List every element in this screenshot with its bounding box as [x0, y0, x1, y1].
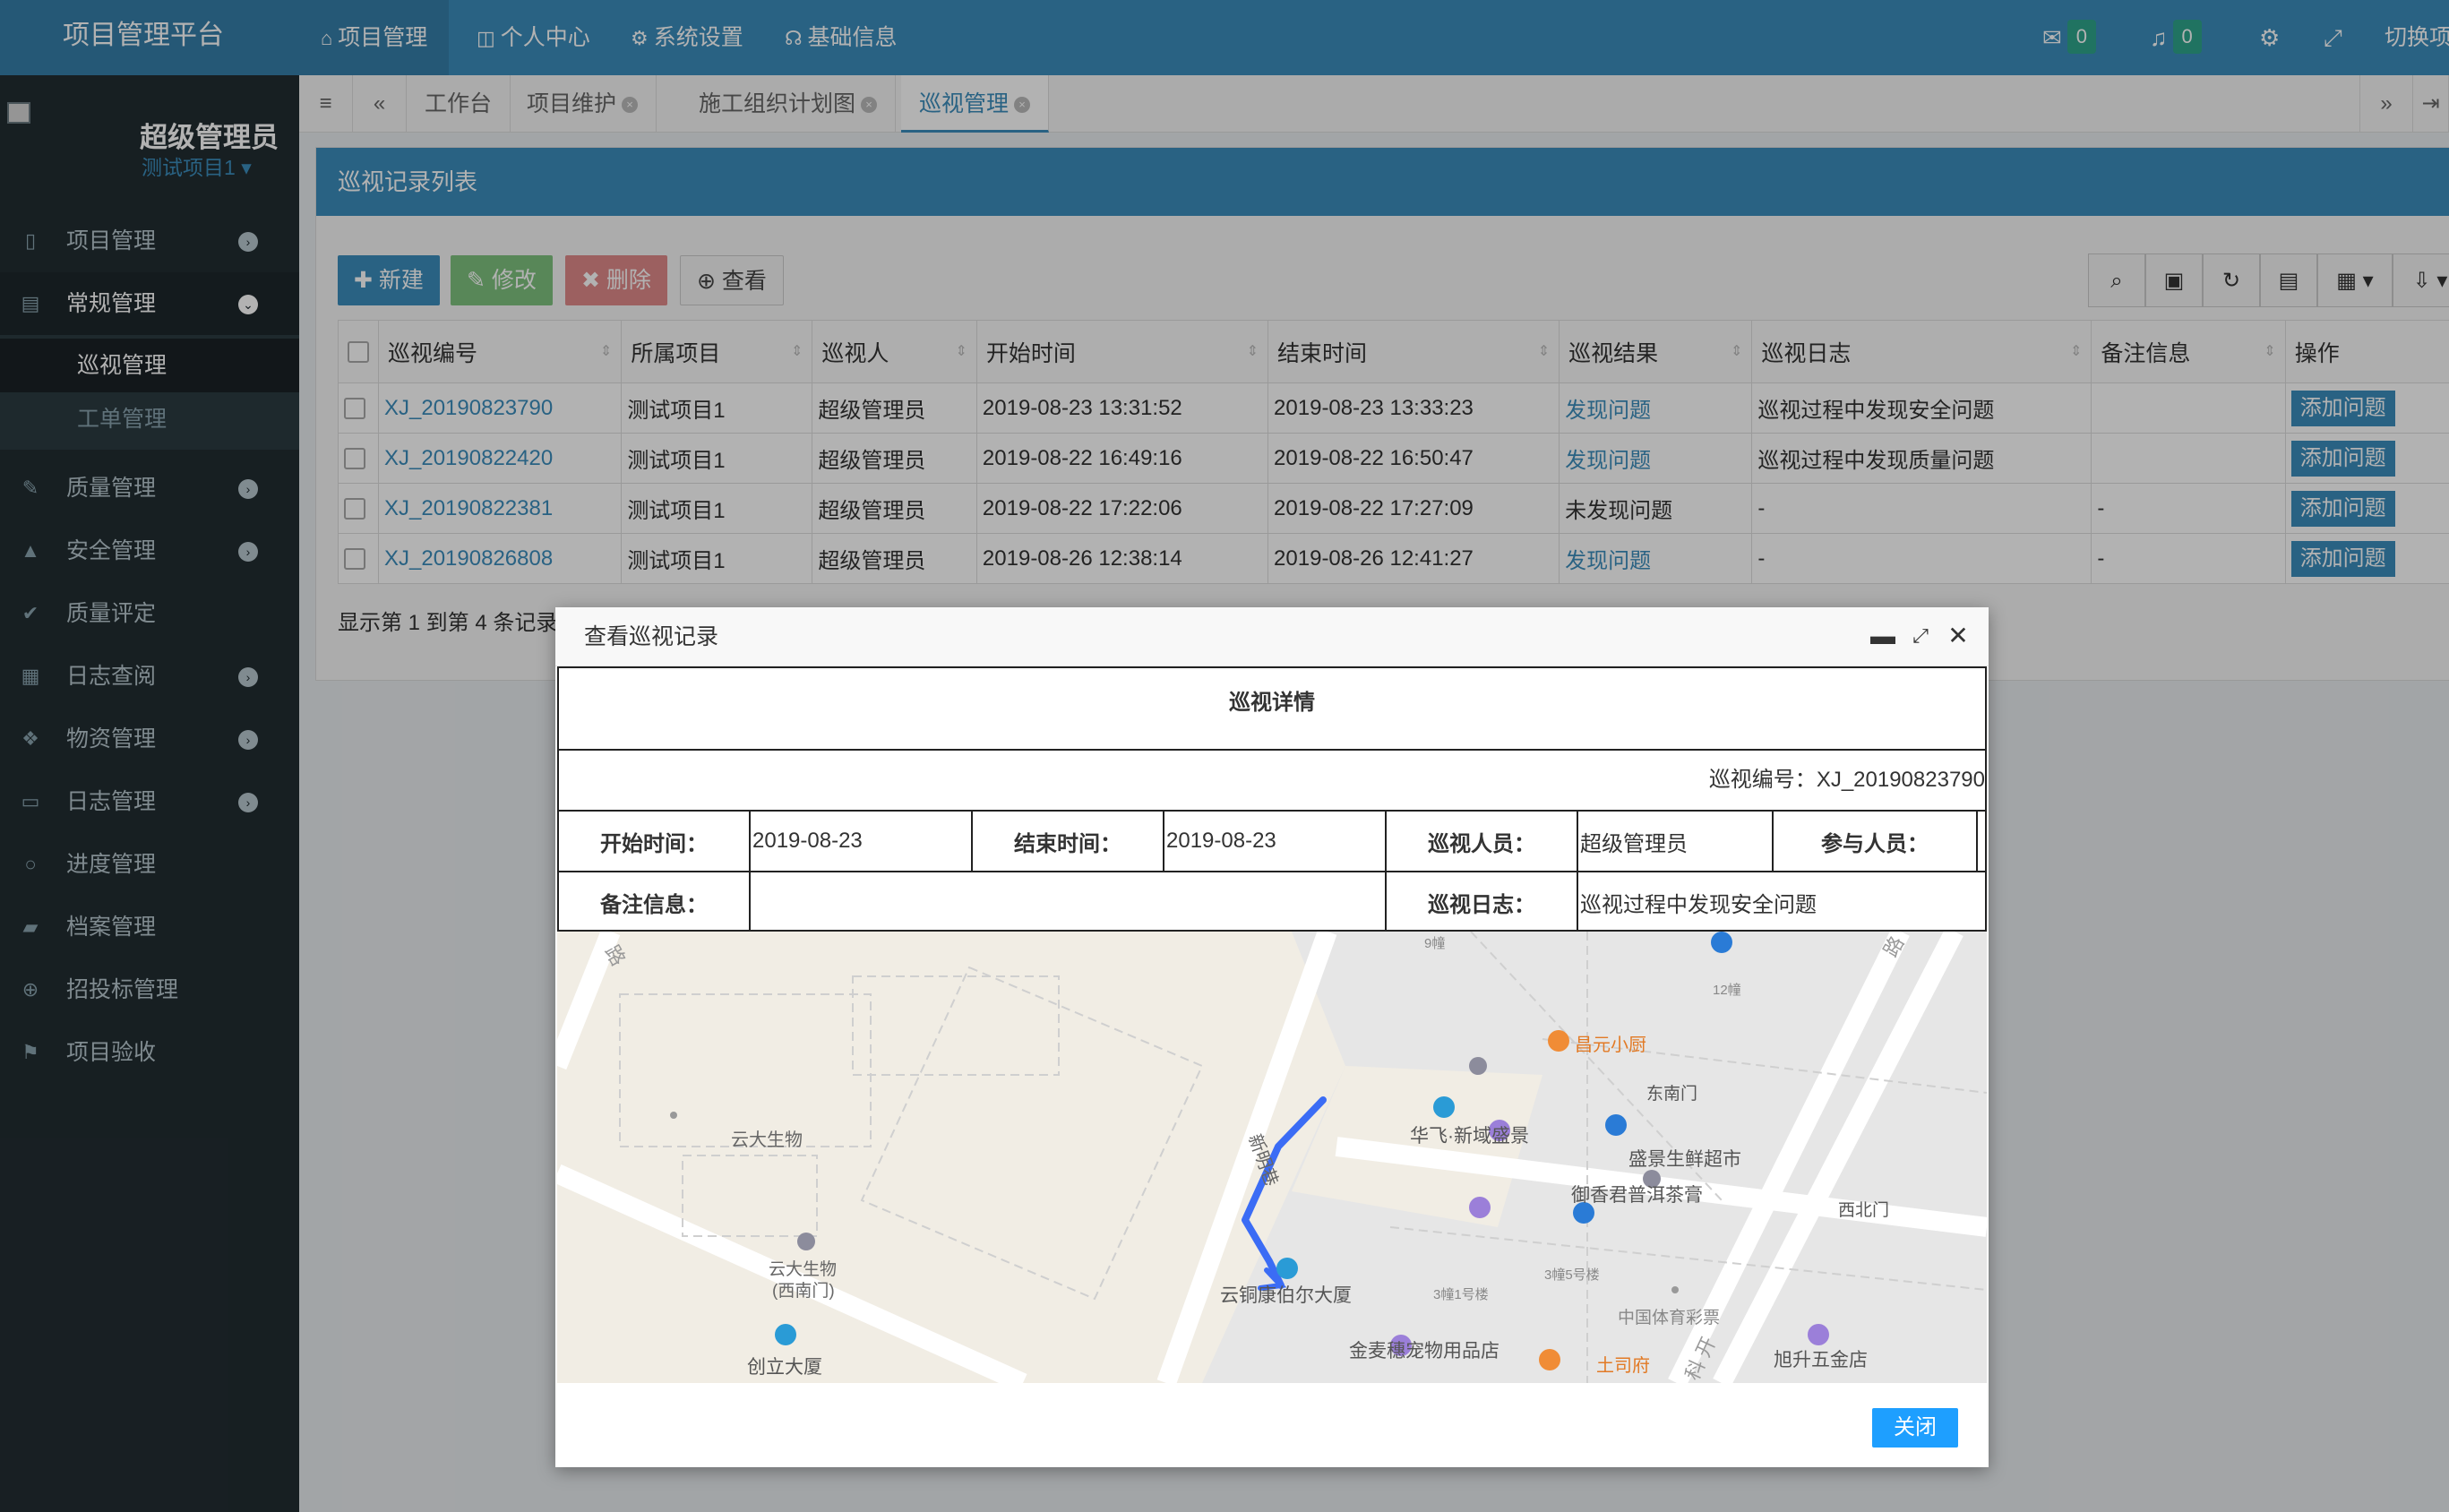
map-label: 东南门 [1646, 1085, 1698, 1104]
map-label: 3幢5号楼 [1544, 1267, 1600, 1283]
detail-time-row: 开始时间： 2019-08-23 结束时间： 2019-08-23 巡视人员： … [559, 812, 1985, 872]
participants-value [1978, 812, 1985, 871]
detail-title-row: 巡视详情 [559, 668, 1985, 751]
map-label: 土司府 [1596, 1356, 1650, 1376]
inspector-value: 超级管理员 [1578, 812, 1774, 871]
minimize-icon: ▬ [1870, 622, 1895, 649]
minimize-button[interactable]: ▬ [1869, 622, 1897, 650]
map-label: 9幢 [1424, 936, 1446, 951]
dialog-title: 查看巡视记录 [555, 607, 1989, 666]
map-label: 云铜康伯尔大厦 [1220, 1285, 1352, 1306]
map-label: 3幢1号楼 [1433, 1287, 1489, 1302]
map-label: 云大生物 [769, 1260, 838, 1279]
map-label: 昌元小厨 [1575, 1035, 1646, 1055]
close-button[interactable]: 关闭 [1872, 1408, 1958, 1448]
log-value: 巡视过程中发现安全问题 [1580, 892, 1817, 917]
close-icon: ✕ [1947, 622, 1969, 649]
note-value [751, 872, 1387, 932]
map-label: 12幢 [1713, 983, 1741, 998]
detail-title: 巡视详情 [1229, 691, 1315, 715]
maximize-icon: ⤢ [1912, 624, 1929, 647]
start-time-value: 2019-08-23 [751, 812, 973, 871]
map-label: 华飞·新域盛景 [1410, 1126, 1529, 1147]
map-label: 金麦穗宠物用品店 [1349, 1341, 1499, 1362]
map-label: 旭升五金店 [1774, 1350, 1868, 1370]
map-label: 云大生物 [731, 1130, 803, 1150]
end-time-label: 结束时间： [973, 812, 1164, 871]
route-map[interactable]: 9幢 12幢 昌元小厨 东南门 华飞·新域盛景 盛景生鲜超市 御香君普洱茶膏 西… [557, 932, 1987, 1383]
maximize-button[interactable]: ⤢ [1906, 622, 1935, 650]
map-label: 创立大厦 [747, 1357, 822, 1378]
log-label: 巡视日志： [1387, 872, 1578, 932]
map-label: 盛景生鲜超市 [1628, 1149, 1741, 1170]
participants-label: 参与人员： [1774, 812, 1978, 871]
inspector-label: 巡视人员： [1387, 812, 1578, 871]
detail-note-row: 备注信息： 巡视日志： 巡视过程中发现安全问题 [559, 872, 1985, 932]
start-time-label: 开始时间： [559, 812, 751, 871]
view-patrol-record-dialog: 查看巡视记录 ▬ ⤢ ✕ 巡视详情 巡视编号：XJ_20190823790 开始… [555, 607, 1989, 1467]
record-number: 巡视编号：XJ_20190823790 [1708, 768, 1985, 792]
close-dialog-button[interactable]: ✕ [1944, 622, 1972, 650]
detail-record-no-row: 巡视编号：XJ_20190823790 [559, 751, 1985, 812]
end-time-value: 2019-08-23 [1164, 812, 1387, 871]
map-label: 西北门 [1838, 1201, 1890, 1220]
map-label: 御香君普洱茶膏 [1571, 1185, 1703, 1206]
patrol-detail-table: 巡视详情 巡视编号：XJ_20190823790 开始时间： 2019-08-2… [557, 666, 1987, 932]
map-label: (西南门) [772, 1282, 835, 1301]
map-label: 中国体育彩票 [1618, 1309, 1721, 1327]
note-label: 备注信息： [559, 872, 751, 932]
